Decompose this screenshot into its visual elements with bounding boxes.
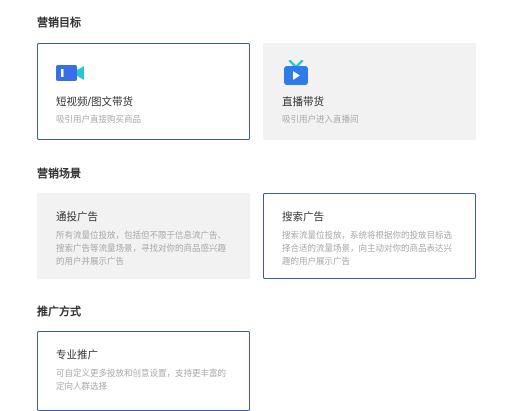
option-title: 搜索广告 [282, 211, 324, 223]
video-camera-icon [56, 65, 84, 81]
option-card-search-ads[interactable]: 搜索广告 搜索流量位投放，系统将根据你的投放目标选择合适的流量场景，向主动对你的… [263, 193, 476, 279]
live-tv-icon [284, 60, 308, 85]
option-title: 专业推广 [56, 349, 98, 361]
section-title-marketing-goal: 营销目标 [37, 16, 81, 29]
option-description: 搜索流量位投放，系统将根据你的投放目标选择合适的流量场景，向主动对你的商品表达兴… [282, 231, 453, 267]
option-description: 吸引用户进入直播间 [282, 115, 359, 125]
option-card-short-video[interactable]: 短视频/图文带货 吸引用户直接购买商品 [37, 43, 250, 140]
option-title: 通投广告 [56, 211, 98, 223]
option-description: 所有流量位投放，包括但不限于信息流广告、搜索广告等流量场景，寻找对你的商品感兴趣… [56, 231, 227, 267]
option-title: 短视频/图文带货 [56, 96, 134, 108]
option-card-professional-promotion[interactable]: 专业推广 可自定义更多投放和创意设置，支持更丰富的定向人群选择 [37, 331, 250, 411]
option-card-general-ads[interactable]: 通投广告 所有流量位投放，包括但不限于信息流广告、搜索广告等流量场景，寻找对你的… [37, 193, 250, 279]
section-title-promotion-method: 推广方式 [37, 305, 81, 318]
option-description: 可自定义更多投放和创意设置，支持更丰富的定向人群选择 [56, 369, 227, 392]
option-description: 吸引用户直接购买商品 [56, 115, 142, 125]
option-title: 直播带货 [282, 96, 324, 108]
section-title-marketing-scene: 营销场景 [37, 167, 81, 180]
option-card-live-stream[interactable]: 直播带货 吸引用户进入直播间 [263, 43, 476, 140]
